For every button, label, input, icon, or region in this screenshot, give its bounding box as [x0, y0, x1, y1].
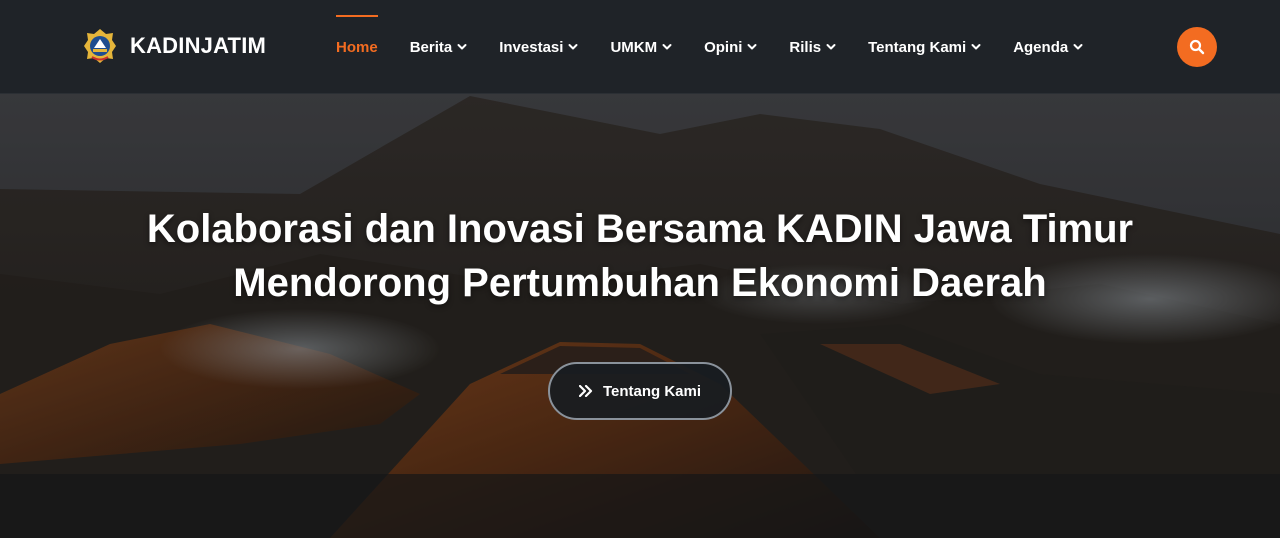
nav-item-label: Tentang Kami: [868, 38, 967, 56]
hero-title: Kolaborasi dan Inovasi Bersama KADIN Jaw…: [0, 202, 1280, 310]
nav-item-umkm[interactable]: UMKM: [610, 0, 672, 94]
chevron-down-icon: [457, 44, 467, 50]
nav-item-label: UMKM: [610, 38, 658, 56]
nav-item-label: Investasi: [499, 38, 564, 56]
hero-banner: Kolaborasi dan Inovasi Bersama KADIN Jaw…: [0, 94, 1280, 538]
nav-item-label: Opini: [704, 38, 743, 56]
header: KADINJATIM Home Berita Investasi UMKM Opini R…: [0, 0, 1280, 94]
kadin-emblem-icon: [84, 29, 116, 63]
hero-title-line2: Mendorong Pertumbuhan Ekonomi Daerah: [233, 261, 1047, 305]
nav-item-label: Agenda: [1013, 38, 1069, 56]
hero-title-line1: Kolaborasi dan Inovasi Bersama KADIN Jaw…: [146, 207, 1134, 251]
chevron-down-icon: [1073, 44, 1083, 50]
nav-item-berita[interactable]: Berita: [410, 0, 468, 94]
nav-item-home[interactable]: Home: [336, 0, 378, 94]
brand-name: KADINJATIM: [130, 33, 267, 58]
about-us-button-label: Tentang Kami: [602, 382, 702, 400]
search-icon: [1189, 39, 1205, 55]
search-button[interactable]: [1177, 27, 1217, 67]
nav-item-investasi[interactable]: Investasi: [499, 0, 578, 94]
chevron-down-icon: [662, 44, 672, 50]
nav-item-opini[interactable]: Opini: [704, 0, 757, 94]
nav-item-label: Home: [336, 38, 378, 56]
main-navigation: Home Berita Investasi UMKM Opini Rilis Tentang…: [336, 0, 1115, 94]
chevron-down-icon: [747, 44, 757, 50]
chevron-down-icon: [568, 44, 578, 50]
brand-logo[interactable]: KADINJATIM: [80, 26, 266, 66]
about-us-button[interactable]: Tentang Kami: [548, 362, 732, 420]
nav-item-rilis[interactable]: Rilis: [789, 0, 836, 94]
nav-item-tentang-kami[interactable]: Tentang Kami: [868, 0, 981, 94]
nav-item-label: Rilis: [789, 38, 822, 56]
double-chevron-right-icon: [578, 385, 593, 397]
chevron-down-icon: [826, 44, 836, 50]
nav-item-agenda[interactable]: Agenda: [1013, 0, 1083, 94]
hero-overlay: [0, 94, 1280, 538]
nav-item-label: Berita: [409, 38, 453, 56]
chevron-down-icon: [971, 44, 981, 50]
